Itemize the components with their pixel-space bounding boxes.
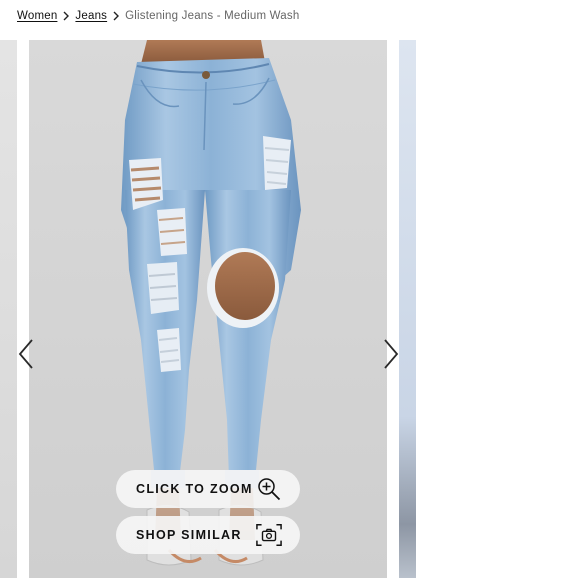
product-image-carousel[interactable]: CLICK TO ZOOM SHOP SIMILAR: [0, 40, 580, 579]
breadcrumb-link-women[interactable]: Women: [17, 10, 57, 22]
shop-similar-label: SHOP SIMILAR: [136, 528, 242, 542]
shop-similar-button[interactable]: SHOP SIMILAR: [116, 516, 300, 554]
next-image-button[interactable]: [380, 337, 402, 371]
product-page: Women Jeans Glistening Jeans - Medium Wa…: [0, 0, 580, 579]
breadcrumb-current: Glistening Jeans - Medium Wash: [125, 10, 300, 22]
click-to-zoom-label: CLICK TO ZOOM: [136, 482, 253, 496]
chevron-right-icon: [107, 10, 125, 22]
chevron-right-icon: [57, 10, 75, 22]
previous-image-button[interactable]: [15, 337, 37, 371]
camera-icon: [256, 523, 282, 547]
click-to-zoom-button[interactable]: CLICK TO ZOOM: [116, 470, 300, 508]
previous-slide-preview[interactable]: [0, 40, 17, 578]
zoom-in-icon: [256, 477, 282, 501]
breadcrumb: Women Jeans Glistening Jeans - Medium Wa…: [17, 7, 299, 25]
chevron-right-icon: [384, 339, 399, 369]
chevron-left-icon: [18, 339, 33, 369]
breadcrumb-link-jeans[interactable]: Jeans: [75, 10, 107, 22]
next-slide-preview[interactable]: [399, 40, 416, 578]
